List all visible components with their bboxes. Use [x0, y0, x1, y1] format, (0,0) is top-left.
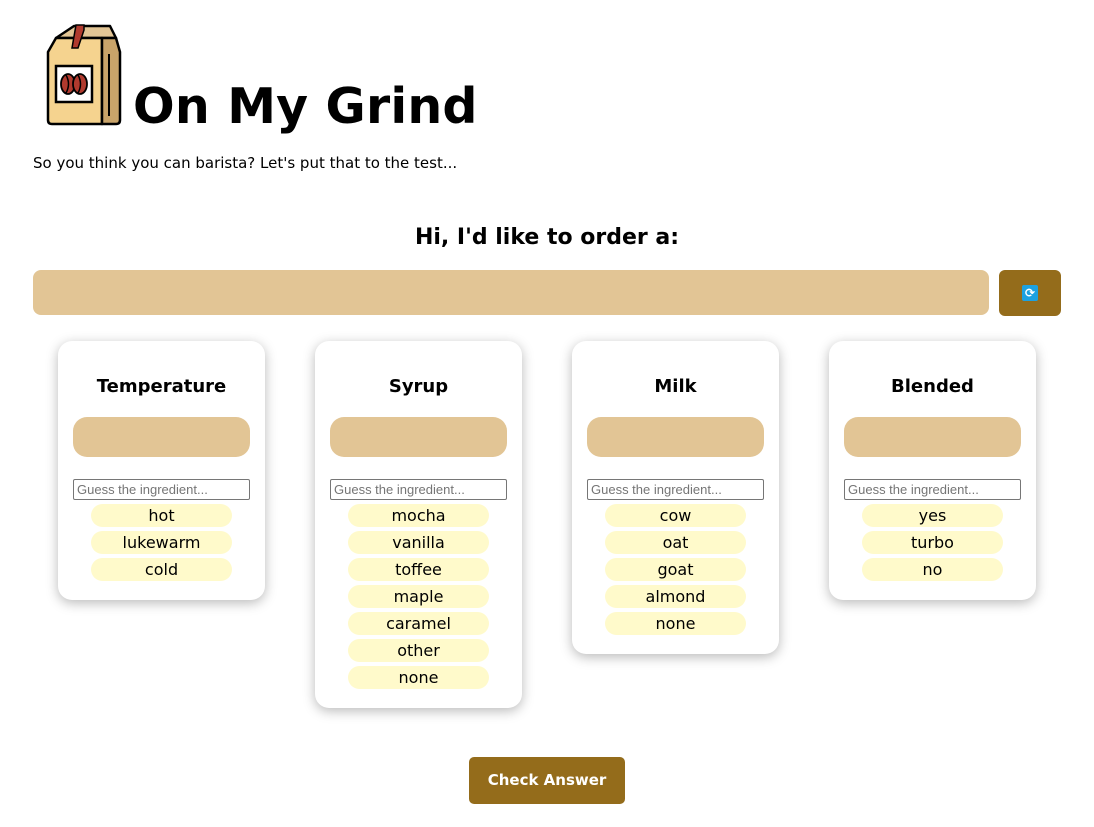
option-chip[interactable]: cow [605, 504, 746, 527]
check-answer-button[interactable]: Check Answer [469, 757, 625, 804]
option-list: hot lukewarm cold [91, 504, 232, 585]
category-title: Temperature [96, 376, 227, 397]
category-card-syrup: Syrup mocha vanilla toffee maple caramel… [315, 341, 522, 708]
category-title: Blended [891, 376, 974, 397]
order-heading: Hi, I'd like to order a: [414, 225, 680, 250]
page: On My Grind So you think you can barista… [0, 0, 1094, 827]
guess-ingredient-input[interactable] [587, 479, 764, 500]
ingredient-drop-slot[interactable] [587, 417, 764, 457]
option-chip[interactable]: mocha [348, 504, 489, 527]
option-chip[interactable]: vanilla [348, 531, 489, 554]
guess-ingredient-input[interactable] [73, 479, 250, 500]
option-chip[interactable]: none [348, 666, 489, 689]
option-chip[interactable]: none [605, 612, 746, 635]
order-display [33, 270, 989, 315]
ingredient-drop-slot[interactable] [73, 417, 250, 457]
option-chip[interactable]: goat [605, 558, 746, 581]
option-list: cow oat goat almond none [605, 504, 746, 639]
app-title: On My Grind [133, 78, 478, 135]
option-chip[interactable]: other [348, 639, 489, 662]
option-chip[interactable]: maple [348, 585, 489, 608]
refresh-icon: ⟳ [1022, 285, 1038, 301]
option-chip[interactable]: no [862, 558, 1003, 581]
ingredient-drop-slot[interactable] [844, 417, 1021, 457]
guess-ingredient-input[interactable] [844, 479, 1021, 500]
option-chip[interactable]: toffee [348, 558, 489, 581]
coffee-bag-icon [46, 24, 122, 126]
category-title: Milk [654, 376, 697, 397]
guess-ingredient-input[interactable] [330, 479, 507, 500]
refresh-order-button[interactable]: ⟳ [999, 270, 1061, 316]
option-list: yes turbo no [862, 504, 1003, 585]
option-list: mocha vanilla toffee maple caramel other… [348, 504, 489, 693]
category-card-blended: Blended yes turbo no [829, 341, 1036, 600]
category-card-temperature: Temperature hot lukewarm cold [58, 341, 265, 600]
option-chip[interactable]: hot [91, 504, 232, 527]
option-chip[interactable]: caramel [348, 612, 489, 635]
option-chip[interactable]: cold [91, 558, 232, 581]
category-title: Syrup [388, 376, 449, 397]
option-chip[interactable]: almond [605, 585, 746, 608]
option-chip[interactable]: oat [605, 531, 746, 554]
app-subtitle: So you think you can barista? Let's put … [33, 154, 458, 172]
category-card-milk: Milk cow oat goat almond none [572, 341, 779, 654]
option-chip[interactable]: turbo [862, 531, 1003, 554]
ingredient-drop-slot[interactable] [330, 417, 507, 457]
option-chip[interactable]: lukewarm [91, 531, 232, 554]
option-chip[interactable]: yes [862, 504, 1003, 527]
